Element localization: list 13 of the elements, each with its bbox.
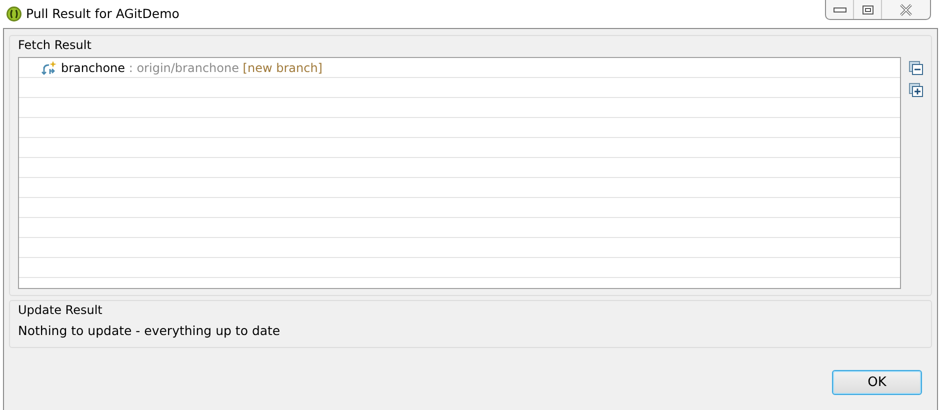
ok-button[interactable]: OK: [832, 370, 922, 395]
group-title: Fetch Result: [18, 37, 92, 53]
collapse-all-icon[interactable]: [909, 61, 923, 75]
branch-icon: [41, 60, 57, 76]
close-icon[interactable]: [899, 4, 913, 16]
window-title: Pull Result for AGitDemo: [26, 4, 180, 23]
update-message: Nothing to update - everything up to date: [18, 322, 282, 340]
maximize-icon[interactable]: [862, 4, 874, 14]
minimize-icon[interactable]: [832, 6, 846, 12]
tree-item[interactable]: branchone : origin/branchone [new branch]: [61, 58, 322, 76]
expand-all-icon[interactable]: [909, 83, 923, 97]
app-icon: [6, 6, 22, 22]
group-title: Update Result: [18, 302, 104, 318]
